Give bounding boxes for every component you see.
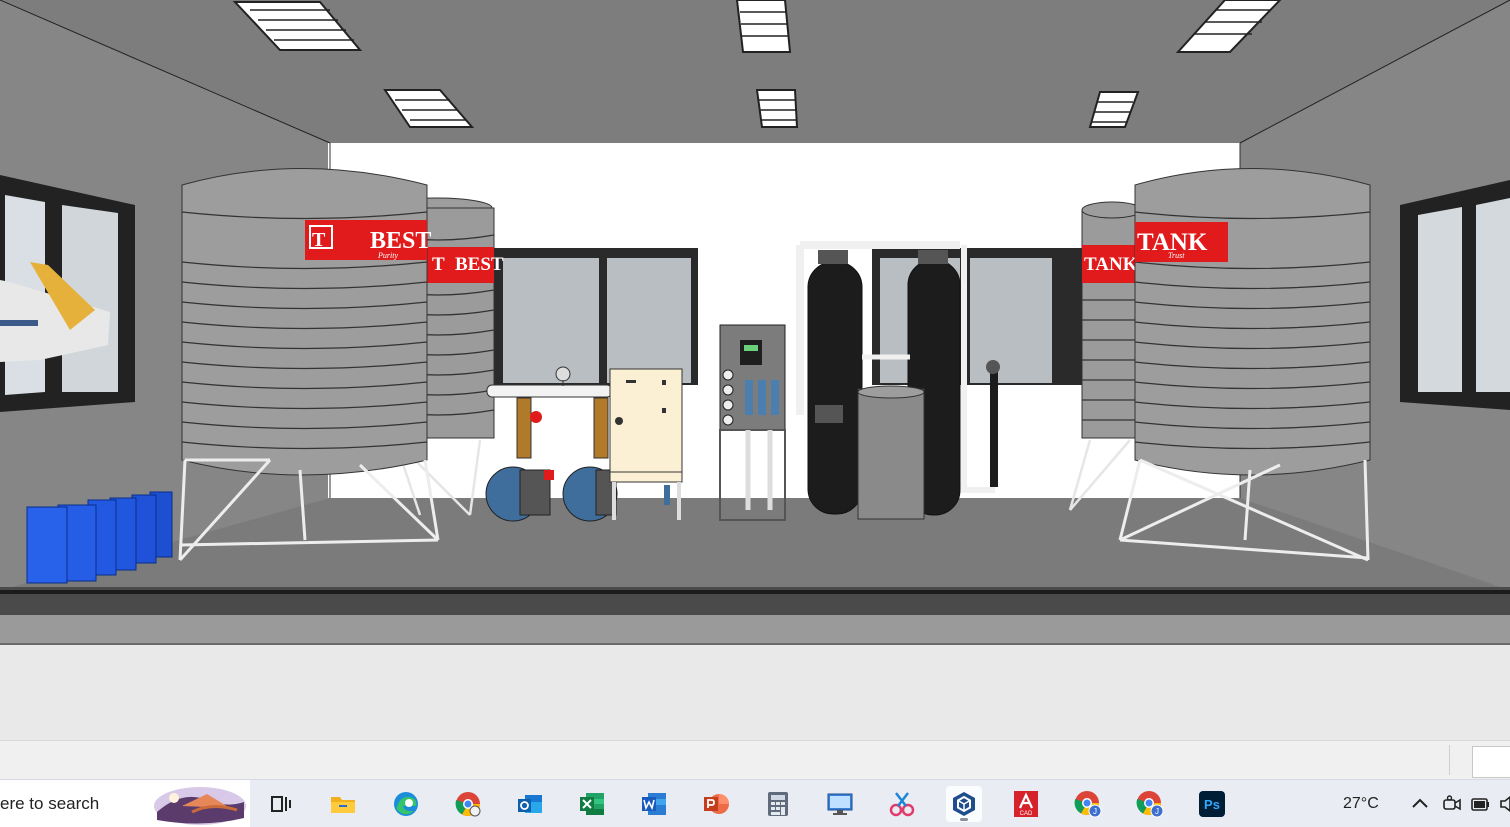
meet-now-icon[interactable] [1442,793,1462,815]
calculator-icon[interactable] [760,786,796,822]
svg-text:J: J [1093,807,1097,816]
water-treatment-room-model: T BEST T BEST Purity TANK TANK Trust [0,0,1510,740]
autocad-icon[interactable]: CAD [1008,786,1044,822]
windows-taskbar: ere to search CAD J J Ps 27°C [0,779,1510,827]
tank-right-tagline: Trust [1168,251,1185,260]
battery-icon[interactable] [1470,793,1490,815]
chrome-user-1-icon[interactable]: J [1070,786,1106,822]
svg-text:T: T [432,254,445,275]
svg-text:Ps: Ps [1204,797,1220,812]
word-icon[interactable] [636,786,672,822]
show-hidden-icons-chevron-icon[interactable] [1410,794,1430,814]
tank-left-brand-back: BEST [455,254,504,275]
tank-left-tagline: Purity [377,251,398,260]
excel-icon[interactable] [574,786,610,822]
measurements-box[interactable] [1472,746,1510,778]
powerpoint-icon[interactable] [698,786,734,822]
edge-icon[interactable] [388,786,424,822]
file-explorer-icon[interactable] [325,786,361,822]
chrome-user-2-icon[interactable]: J [1132,786,1168,822]
search-text: ere to search [0,794,100,813]
task-view-icon[interactable] [263,786,299,822]
status-bar [0,740,1510,780]
tank-right-brand-back: TANK [1084,254,1138,275]
sketchup-icon[interactable] [946,786,982,822]
svg-text:J: J [1155,807,1159,816]
sketchup-viewport[interactable]: T BEST T BEST Purity TANK TANK Trust [0,0,1510,740]
outlook-icon[interactable] [512,786,548,822]
remote-desktop-icon[interactable] [822,786,858,822]
search-highlight-image [154,787,246,825]
chrome-profile-icon[interactable] [450,786,486,822]
snipping-tool-icon[interactable] [884,786,920,822]
svg-text:CAD: CAD [1020,811,1033,817]
status-separator [1449,745,1450,775]
search-box[interactable]: ere to search [0,780,250,827]
running-indicator [960,818,968,821]
svg-text:T: T [312,229,326,251]
weather-temperature[interactable]: 27°C [1343,795,1379,813]
volume-icon[interactable] [1496,793,1510,815]
photoshop-icon[interactable]: Ps [1194,786,1230,822]
